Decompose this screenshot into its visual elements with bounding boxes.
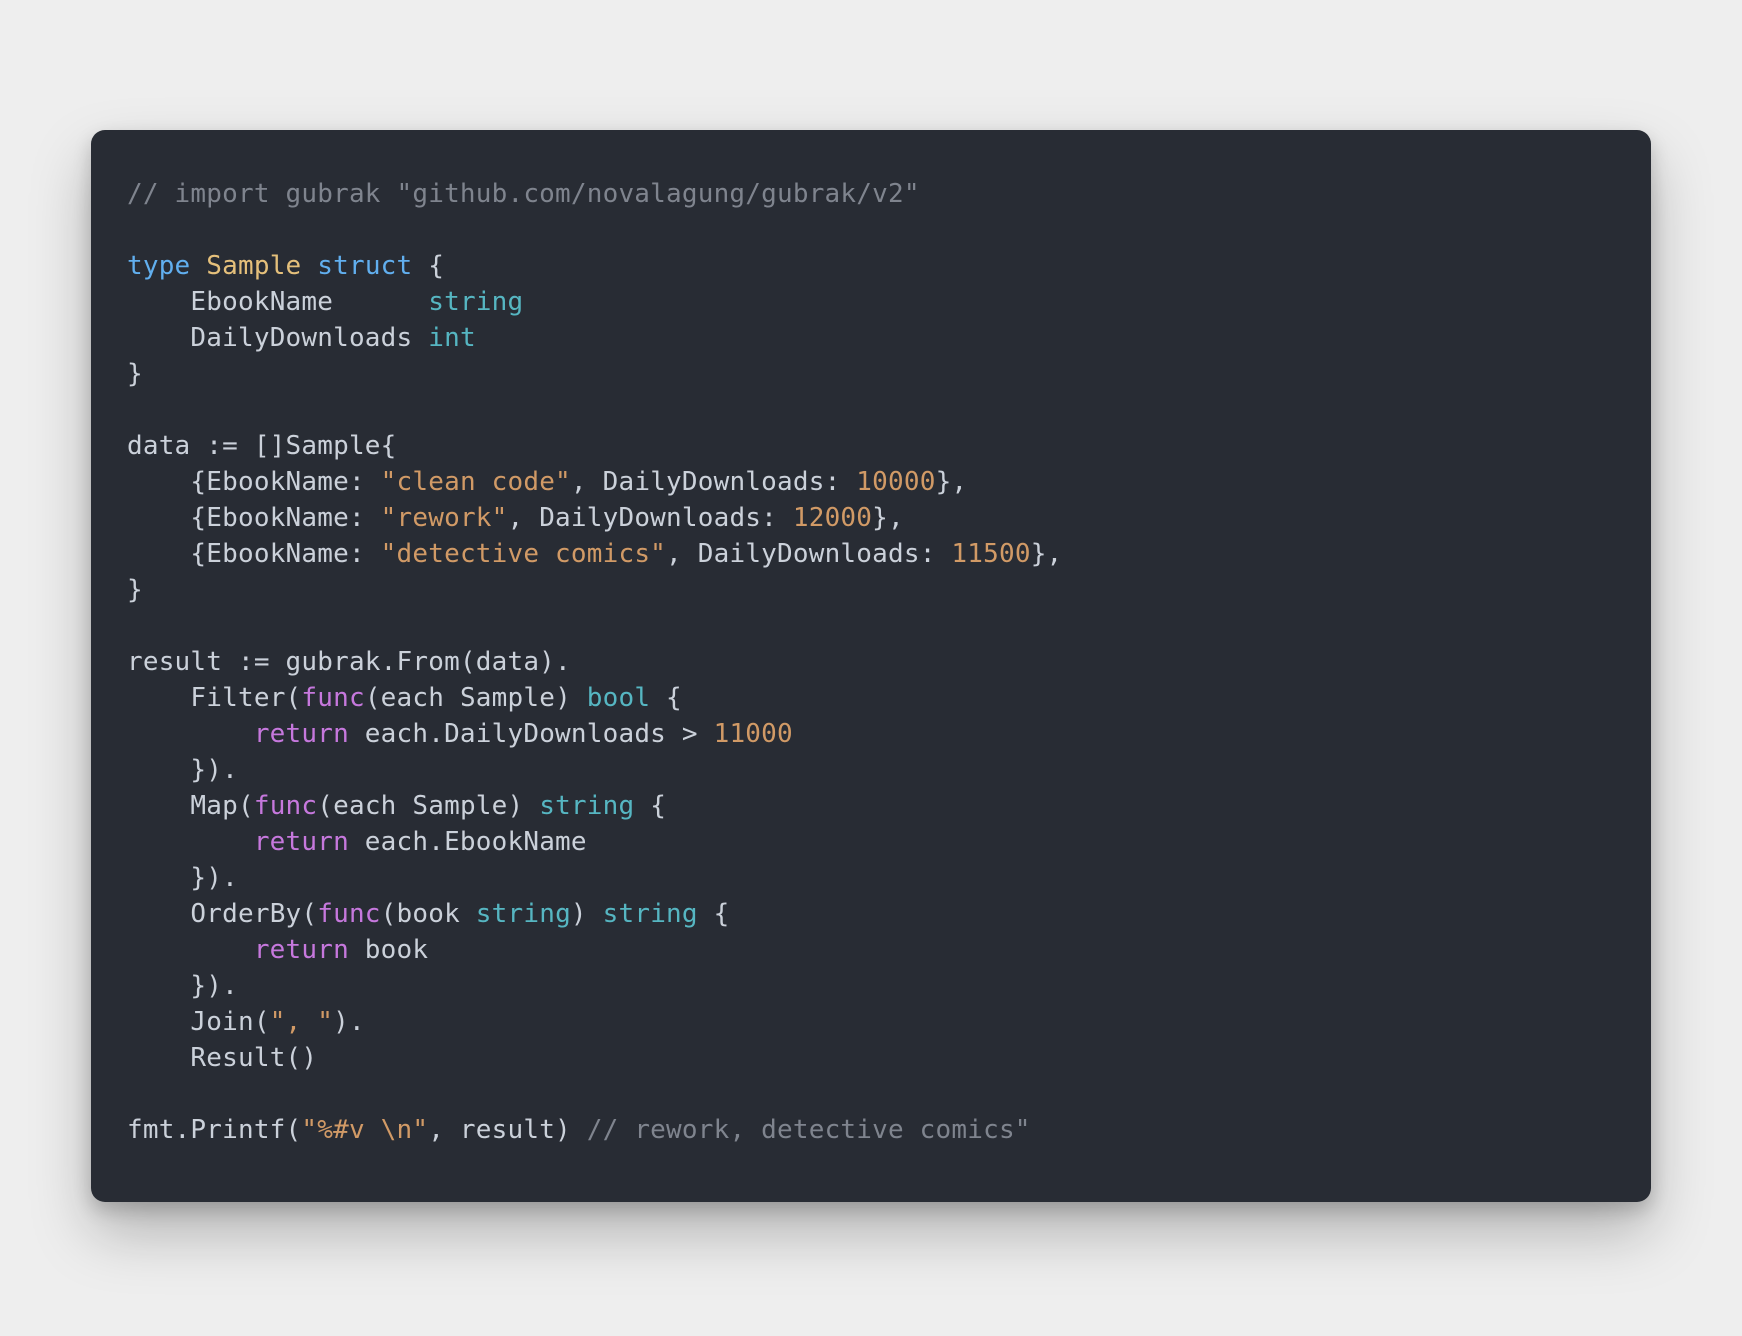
- filter-pre: Filter(: [190, 683, 301, 713]
- orderby-args: (book: [381, 899, 476, 929]
- row0-num: 10000: [856, 467, 935, 497]
- row0-mid: , DailyDownloads:: [571, 467, 856, 497]
- field-ebook: EbookName: [190, 287, 333, 317]
- comment-import: // import gubrak "github.com/novalagung/…: [127, 179, 920, 209]
- map-pre: Map(: [190, 791, 253, 821]
- orderby-close-args: ): [571, 899, 603, 929]
- row1-str: "rework": [381, 503, 508, 533]
- orderby-ret-type: string: [603, 899, 698, 929]
- data-decl: data := []Sample{: [127, 431, 397, 461]
- join-pre: Join(: [190, 1007, 269, 1037]
- orderby-body: book: [349, 935, 428, 965]
- map-close: }).: [190, 863, 238, 893]
- map-body: each.EbookName: [349, 827, 587, 857]
- orderby-pre: OrderBy(: [190, 899, 317, 929]
- row2-mid: , DailyDownloads:: [666, 539, 951, 569]
- brace-close: }: [127, 359, 143, 389]
- filter-open: {: [650, 683, 682, 713]
- orderby-close: }).: [190, 971, 238, 1001]
- row2-num: 11500: [951, 539, 1030, 569]
- type-string: string: [428, 287, 523, 317]
- data-close: }: [127, 575, 143, 605]
- printf-comment: // rework, detective comics": [587, 1115, 1031, 1145]
- filter-body: each.DailyDownloads >: [349, 719, 714, 749]
- row1-pre: {EbookName:: [190, 503, 380, 533]
- row0-end: },: [936, 467, 968, 497]
- func-kw-3: func: [317, 899, 380, 929]
- return-1: return: [254, 719, 349, 749]
- orderby-open: {: [698, 899, 730, 929]
- bool-kw: bool: [587, 683, 650, 713]
- join-post: ).: [333, 1007, 365, 1037]
- result-decl: result := gubrak.From(data).: [127, 647, 571, 677]
- page-background: // import gubrak "github.com/novalagung/…: [0, 0, 1742, 1336]
- return-3: return: [254, 935, 349, 965]
- row1-end: },: [872, 503, 904, 533]
- result-call: Result(): [190, 1043, 317, 1073]
- row2-pre: {EbookName:: [190, 539, 380, 569]
- field-daily: DailyDownloads: [190, 323, 412, 353]
- filter-args: (each Sample): [365, 683, 587, 713]
- func-kw-1: func: [301, 683, 364, 713]
- row2-end: },: [1031, 539, 1063, 569]
- filter-num: 11000: [714, 719, 793, 749]
- row1-num: 12000: [793, 503, 872, 533]
- row0-str: "clean code": [381, 467, 571, 497]
- printf-fmt: "%#v \n": [301, 1115, 428, 1145]
- orderby-argtype: string: [476, 899, 571, 929]
- map-ret-type: string: [539, 791, 634, 821]
- join-str: ", ": [270, 1007, 333, 1037]
- row1-mid: , DailyDownloads:: [508, 503, 793, 533]
- map-args: (each Sample): [317, 791, 539, 821]
- printf-post: , result): [428, 1115, 587, 1145]
- printf-pre: fmt.Printf(: [127, 1115, 301, 1145]
- name-sample: Sample: [206, 251, 301, 281]
- map-open: {: [634, 791, 666, 821]
- type-int: int: [428, 323, 476, 353]
- code-block: // import gubrak "github.com/novalagung/…: [127, 176, 1615, 1148]
- return-2: return: [254, 827, 349, 857]
- row2-str: "detective comics": [381, 539, 666, 569]
- code-card: // import gubrak "github.com/novalagung/…: [91, 130, 1651, 1202]
- kw-type: type: [127, 251, 190, 281]
- brace-open: {: [428, 251, 444, 281]
- filter-close: }).: [190, 755, 238, 785]
- func-kw-2: func: [254, 791, 317, 821]
- row0-pre: {EbookName:: [190, 467, 380, 497]
- kw-struct: struct: [317, 251, 412, 281]
